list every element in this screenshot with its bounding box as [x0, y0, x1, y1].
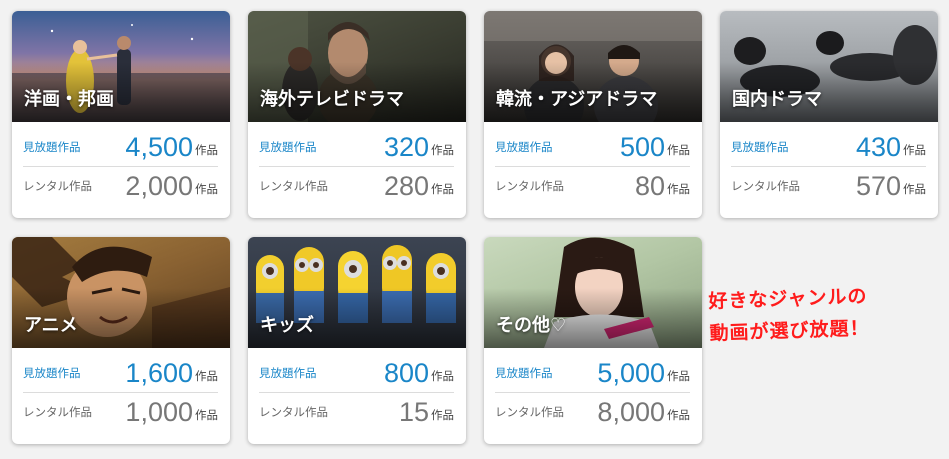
unlimited-row: 見放題作品 800 作品 [259, 354, 454, 393]
rental-count: 2,000 [125, 170, 193, 201]
genre-thumbnail: キッズ [248, 237, 466, 348]
unit-label: 作品 [903, 182, 926, 196]
promo-caption: 好きなジャンルの 動画が選び放題！ [708, 280, 870, 350]
genre-title: その他♡ [496, 315, 567, 336]
unlimited-row: 見放題作品 1,600 作品 [23, 354, 218, 393]
rental-row: レンタル作品 15 作品 [259, 393, 454, 431]
unit-label: 作品 [195, 369, 218, 383]
rental-count: 1,000 [125, 396, 193, 427]
unit-label: 作品 [667, 143, 690, 157]
genre-thumbnail: アニメ [12, 237, 230, 348]
rental-row: レンタル作品 80 作品 [495, 167, 690, 205]
unit-label: 作品 [431, 408, 454, 422]
genre-thumbnail: 国内ドラマ [720, 11, 938, 122]
rental-label: レンタル作品 [495, 179, 564, 193]
unit-label: 作品 [195, 408, 218, 422]
rental-row: レンタル作品 2,000 作品 [23, 167, 218, 205]
unit-label: 作品 [431, 143, 454, 157]
genre-card-kids[interactable]: キッズ 見放題作品 800 作品 レンタル作品 15 作品 [248, 237, 466, 444]
unlimited-count: 4,500 [125, 131, 193, 162]
genre-title: アニメ [24, 315, 78, 336]
genre-title: 国内ドラマ [732, 89, 822, 110]
rental-label: レンタル作品 [23, 405, 92, 419]
rental-label: レンタル作品 [731, 179, 800, 193]
unlimited-label: 見放題作品 [259, 366, 317, 380]
genre-card-domestic-drama[interactable]: 国内ドラマ 見放題作品 430 作品 レンタル作品 570 作品 [720, 11, 938, 218]
unlimited-count: 1,600 [125, 357, 193, 388]
unlimited-label: 見放題作品 [495, 366, 553, 380]
rental-label: レンタル作品 [259, 179, 328, 193]
unlimited-label: 見放題作品 [23, 366, 81, 380]
unlimited-row: 見放題作品 5,000 作品 [495, 354, 690, 393]
genre-thumbnail: 海外テレビドラマ [248, 11, 466, 122]
genre-grid: 洋画・邦画 見放題作品 4,500 作品 レンタル作品 2,000 作品 海外テ… [0, 0, 949, 459]
unlimited-count: 430 [855, 131, 901, 162]
unit-label: 作品 [667, 408, 690, 422]
unlimited-row: 見放題作品 500 作品 [495, 128, 690, 167]
unlimited-label: 見放題作品 [495, 140, 553, 154]
unit-label: 作品 [431, 369, 454, 383]
unit-label: 作品 [195, 143, 218, 157]
rental-label: レンタル作品 [23, 179, 92, 193]
unlimited-row: 見放題作品 430 作品 [731, 128, 926, 167]
unlimited-count: 320 [383, 131, 429, 162]
rental-count: 280 [383, 170, 429, 201]
genre-title: キッズ [260, 315, 314, 336]
unlimited-count: 800 [383, 357, 429, 388]
genre-thumbnail: 洋画・邦画 [12, 11, 230, 122]
rental-count: 80 [634, 170, 665, 201]
rental-count: 8,000 [597, 396, 665, 427]
unit-label: 作品 [903, 143, 926, 157]
genre-card-movies[interactable]: 洋画・邦画 見放題作品 4,500 作品 レンタル作品 2,000 作品 [12, 11, 230, 218]
rental-count: 15 [398, 396, 429, 427]
unit-label: 作品 [195, 182, 218, 196]
genre-thumbnail: その他♡ [484, 237, 702, 348]
genre-card-foreign-tv[interactable]: 海外テレビドラマ 見放題作品 320 作品 レンタル作品 280 作品 [248, 11, 466, 218]
promo-line-2: 動画が選び放題！ [709, 317, 870, 345]
rental-row: レンタル作品 570 作品 [731, 167, 926, 205]
unlimited-label: 見放題作品 [731, 140, 789, 154]
genre-thumbnail: 韓流・アジアドラマ [484, 11, 702, 122]
genre-card-anime[interactable]: アニメ 見放題作品 1,600 作品 レンタル作品 1,000 作品 [12, 237, 230, 444]
genre-card-asian-drama[interactable]: 韓流・アジアドラマ 見放題作品 500 作品 レンタル作品 80 作品 [484, 11, 702, 218]
rental-label: レンタル作品 [259, 405, 328, 419]
rental-row: レンタル作品 1,000 作品 [23, 393, 218, 431]
genre-title: 韓流・アジアドラマ [496, 89, 658, 110]
unit-label: 作品 [667, 369, 690, 383]
rental-count: 570 [855, 170, 901, 201]
unlimited-row: 見放題作品 4,500 作品 [23, 128, 218, 167]
genre-title: 海外テレビドラマ [260, 89, 404, 110]
genre-card-other[interactable]: その他♡ 見放題作品 5,000 作品 レンタル作品 8,000 作品 [484, 237, 702, 444]
unlimited-count: 5,000 [597, 357, 665, 388]
unit-label: 作品 [431, 182, 454, 196]
unlimited-row: 見放題作品 320 作品 [259, 128, 454, 167]
unlimited-count: 500 [619, 131, 665, 162]
unit-label: 作品 [667, 182, 690, 196]
rental-row: レンタル作品 8,000 作品 [495, 393, 690, 431]
rental-row: レンタル作品 280 作品 [259, 167, 454, 205]
unlimited-label: 見放題作品 [259, 140, 317, 154]
rental-label: レンタル作品 [495, 405, 564, 419]
genre-title: 洋画・邦画 [24, 89, 114, 110]
unlimited-label: 見放題作品 [23, 140, 81, 154]
